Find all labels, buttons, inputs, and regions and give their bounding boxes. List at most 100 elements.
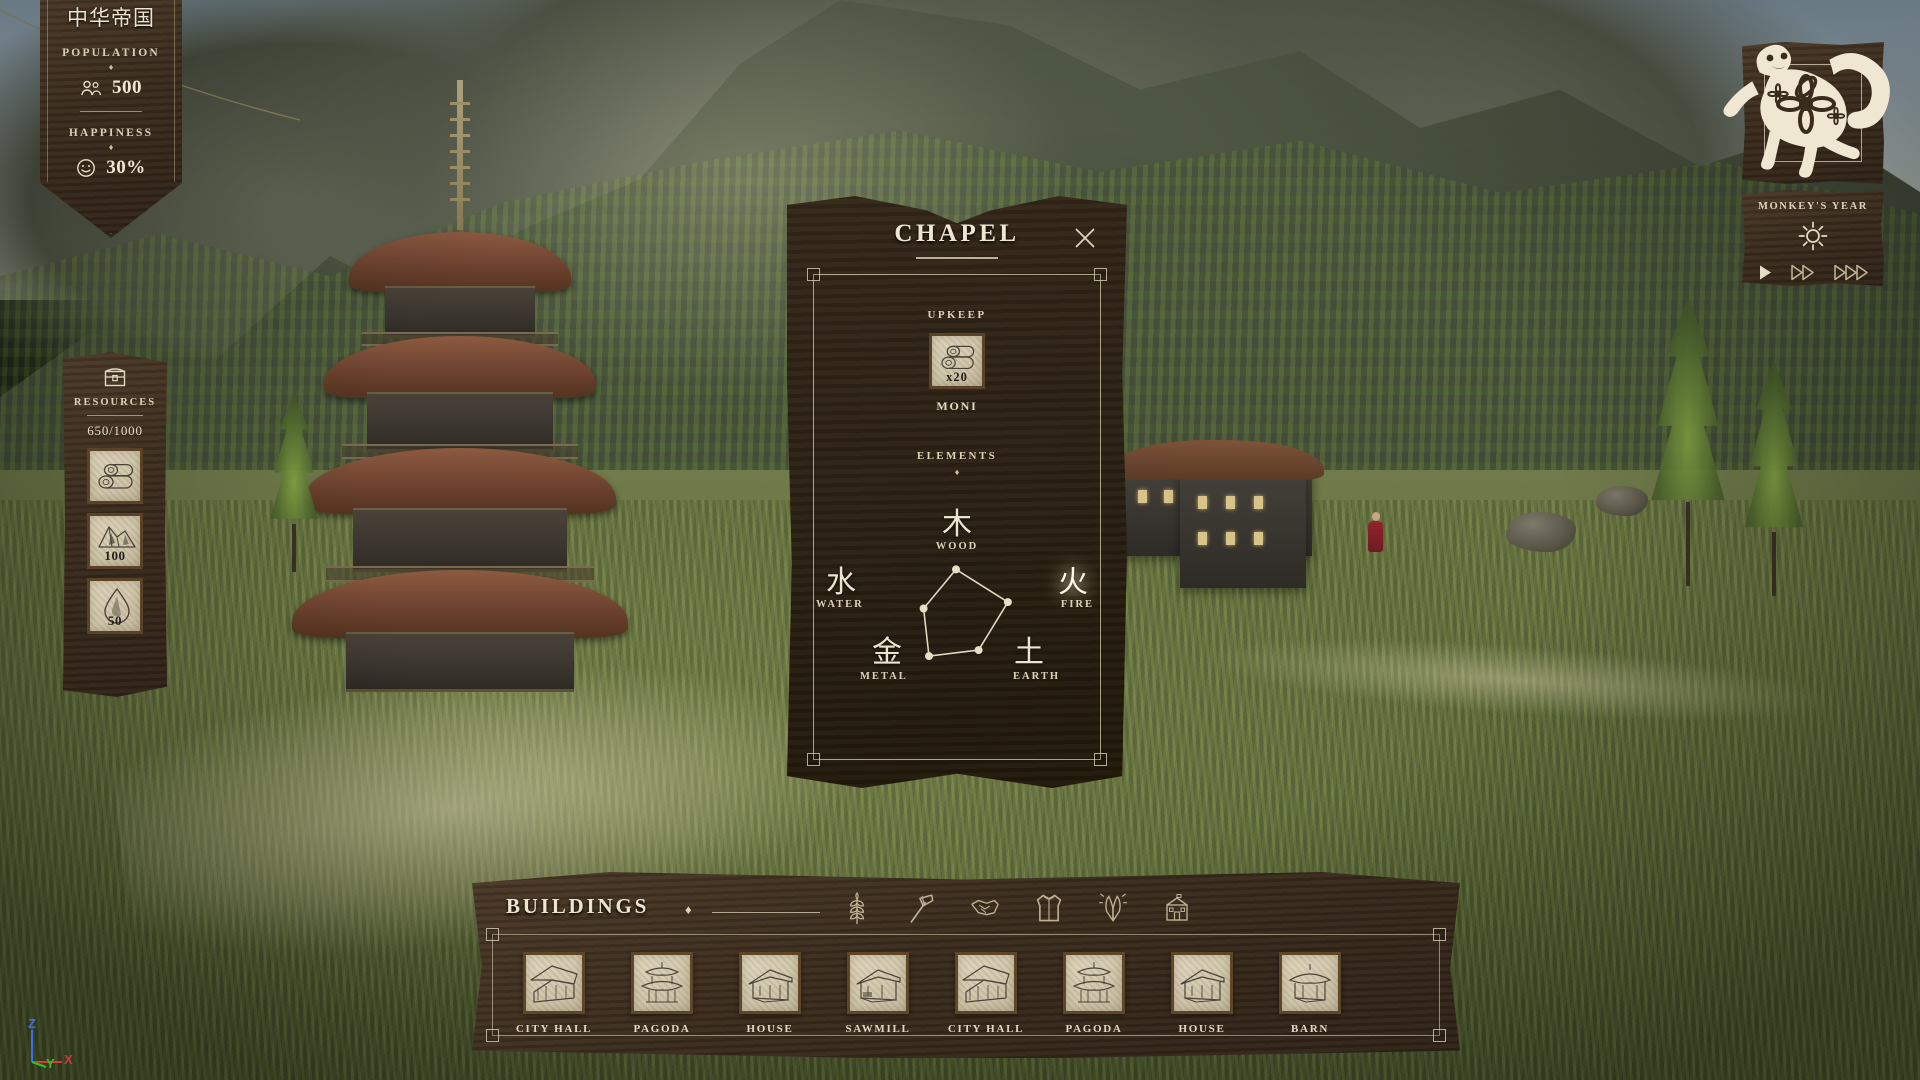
handshake-icon[interactable] — [970, 892, 1000, 924]
building-card-label: CITY HALL — [515, 1023, 593, 1035]
house-icon — [748, 969, 793, 1003]
radar-vertex-earth — [974, 646, 983, 655]
element-label-wood: WOOD — [935, 541, 979, 552]
frame-corner — [1094, 268, 1107, 281]
radar-vertex-water — [919, 604, 928, 613]
building-card-pagoda[interactable]: PAGODA — [1040, 944, 1148, 1035]
building-card-label: HOUSE — [1178, 1023, 1226, 1035]
element-han-earth: 土 — [1014, 636, 1044, 669]
frame-corner — [1433, 1029, 1446, 1042]
ffwd-icon[interactable] — [1790, 264, 1816, 281]
building-card-label: BARN — [1291, 1023, 1329, 1035]
upkeep-resource-name: MONI — [936, 399, 978, 413]
frame-corner — [1094, 753, 1107, 766]
building-card-pagoda[interactable]: PAGODA — [608, 944, 716, 1035]
pagoda-building[interactable] — [290, 80, 630, 692]
close-icon[interactable] — [1073, 226, 1097, 250]
banner-border — [47, 0, 175, 234]
elements-radar: 木 WOOD 水 WATER 火 FIRE 金 METAL 土 EARTH — [814, 505, 1100, 735]
townhall-icon[interactable] — [1162, 892, 1192, 924]
praying-hands-icon[interactable] — [1098, 892, 1128, 924]
frame-corner — [1433, 928, 1446, 941]
upkeep-resource-chip[interactable]: x20 — [929, 333, 985, 389]
diamond-divider: ♦ — [685, 902, 692, 917]
building-thumbnail — [739, 952, 801, 1014]
upkeep-label: UPKEEP — [927, 309, 987, 321]
zodiac-year-label: MONKEY'S YEAR — [1758, 201, 1868, 212]
building-thumbnail — [955, 952, 1017, 1014]
resources-title: RESOURCES — [73, 397, 157, 408]
building-card-label: CITY HALL — [947, 1023, 1025, 1035]
building-card-city-hall[interactable]: CITY HALL — [500, 944, 608, 1035]
happiness-value: 30% — [106, 157, 146, 178]
element-label-water: WATER — [816, 599, 864, 610]
resources-capacity: 650/1000 — [87, 423, 143, 438]
radar-vertex-wood — [952, 565, 960, 574]
building-card-barn[interactable]: BARN — [1256, 944, 1364, 1035]
frame-corner — [807, 753, 820, 766]
rock — [1506, 512, 1576, 552]
clothing-icon[interactable] — [1034, 892, 1064, 924]
hammer-icon[interactable] — [906, 892, 936, 924]
population-label: POPULATION — [62, 47, 160, 59]
smiley-icon — [77, 159, 96, 177]
pagoda-tier-1 — [385, 286, 535, 338]
rock — [1596, 486, 1648, 516]
happiness-row: 30% — [40, 157, 182, 179]
resource-slot-water[interactable]: 50 — [87, 578, 143, 634]
pagoda-base — [346, 632, 574, 692]
axis-label-z: Z — [28, 1016, 36, 1031]
pagoda-icon — [640, 962, 684, 1003]
building-thumbnail — [523, 952, 585, 1014]
play-icon[interactable] — [1758, 264, 1773, 281]
village-building-2[interactable] — [1180, 470, 1306, 588]
building-thumbnail — [1171, 952, 1233, 1014]
resources-divider — [87, 415, 143, 416]
pagoda-tier-2 — [367, 392, 553, 452]
zodiac-frame — [1764, 64, 1862, 162]
banner-divider — [80, 111, 142, 112]
people-icon — [81, 80, 102, 96]
building-card-sawmill[interactable]: SAWMILL — [824, 944, 932, 1035]
villager-unit[interactable] — [1368, 512, 1383, 552]
diamond-divider: ♦ — [954, 467, 960, 477]
building-card-house[interactable]: HOUSE — [716, 944, 824, 1035]
building-card-label: SAWMILL — [845, 1023, 911, 1035]
building-card-city-hall[interactable]: CITY HALL — [932, 944, 1040, 1035]
axis-label-x: X — [64, 1052, 73, 1067]
sun-icon — [1798, 221, 1828, 251]
resources-panel: RESOURCES 650/1000 100 50 — [63, 352, 167, 697]
pagoda-tier-3 — [353, 508, 567, 572]
frame-corner — [486, 928, 499, 941]
element-han-water: 水 — [826, 566, 856, 599]
upkeep-quantity: x20 — [946, 370, 968, 384]
element-label-metal: METAL — [860, 671, 908, 682]
resource-slot-wood[interactable] — [87, 448, 143, 504]
empire-name: 中华帝国 — [67, 6, 155, 30]
building-card-label: HOUSE — [746, 1023, 794, 1035]
chapel-content-frame: UPKEEP x20 MONI ELEMENTS ♦ 木 WOOD 水 WATE… — [807, 268, 1107, 766]
building-thumbnail — [847, 952, 909, 1014]
diamond-divider: ♦ — [108, 142, 114, 152]
element-han-wood: 木 — [942, 508, 972, 541]
population-value: 500 — [112, 77, 142, 98]
zodiac-panel[interactable] — [1742, 42, 1884, 184]
title-rule — [712, 912, 820, 914]
fffwd-icon[interactable] — [1833, 264, 1869, 281]
tree — [268, 392, 320, 572]
building-card-house[interactable]: HOUSE — [1148, 944, 1256, 1035]
radar-vertex-fire — [1003, 598, 1012, 607]
barn-icon — [1288, 964, 1332, 1003]
pagoda-roof-1 — [349, 232, 571, 292]
resource-amount: 100 — [104, 548, 126, 563]
building-card-list: CITY HALL PAGODA HOUSE SAWMILL CITY HALL PAGO… — [500, 944, 1432, 1035]
buildings-title: BUILDINGS — [506, 894, 650, 918]
resource-slot-stone[interactable]: 100 — [87, 513, 143, 569]
wheat-icon[interactable] — [842, 892, 872, 924]
chest-icon — [104, 368, 126, 387]
frame-corner — [486, 1029, 499, 1042]
tree — [1648, 296, 1728, 586]
happiness-label: HAPPINESS — [68, 127, 154, 139]
chapel-dialog[interactable]: CHAPEL UPKEEP x20 MONI ELEMENTS ♦ 木 WOOD… — [787, 196, 1127, 788]
elements-label: ELEMENTS — [916, 450, 998, 462]
